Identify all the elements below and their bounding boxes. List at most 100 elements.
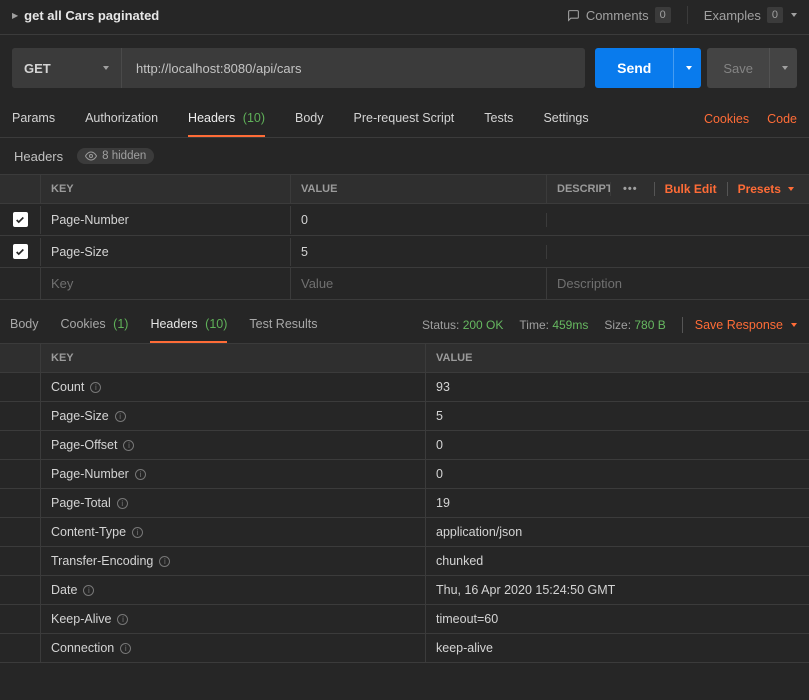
cookies-link[interactable]: Cookies <box>704 112 749 126</box>
request-row: GET Send Save <box>0 35 809 101</box>
tab-tests[interactable]: Tests <box>484 101 513 137</box>
resp-header-key: Transfer-Encodingi <box>40 547 425 575</box>
header-description[interactable] <box>546 245 809 259</box>
tab-headers-label: Headers <box>188 111 235 125</box>
description-placeholder[interactable]: Description <box>546 268 809 299</box>
col-description: DESCRIPTIO <box>546 175 610 203</box>
row-checkbox[interactable] <box>13 212 28 227</box>
tab-headers[interactable]: Headers (10) <box>188 101 265 137</box>
resp-header-value: chunked <box>425 547 809 575</box>
save-response-button[interactable]: Save Response <box>695 318 797 332</box>
tab-params[interactable]: Params <box>12 101 55 137</box>
resp-header-value: 0 <box>425 431 809 459</box>
send-button[interactable]: Send <box>595 48 673 88</box>
resp-header-value: 93 <box>425 373 809 401</box>
col-key: KEY <box>40 175 290 203</box>
resp-col-key: KEY <box>40 344 425 372</box>
table-row[interactable]: Page-Size 5 <box>0 236 809 268</box>
tab-prerequest[interactable]: Pre-request Script <box>354 101 455 137</box>
time-meta: Time: 459ms <box>519 318 588 332</box>
headers-sub-label: Headers <box>14 149 63 164</box>
url-input[interactable] <box>122 48 585 88</box>
resp-header-value: application/json <box>425 518 809 546</box>
expand-icon[interactable]: ▶ <box>12 11 18 20</box>
info-icon[interactable]: i <box>115 411 126 422</box>
chevron-down-icon <box>103 66 109 70</box>
info-icon[interactable]: i <box>159 556 170 567</box>
eye-icon <box>85 150 97 162</box>
resp-header-value: 19 <box>425 489 809 517</box>
tab-body[interactable]: Body <box>295 101 324 137</box>
resp-header-key: Keep-Alivei <box>40 605 425 633</box>
row-checkbox[interactable] <box>13 244 28 259</box>
comment-icon <box>567 9 580 22</box>
comments-count: 0 <box>655 7 671 23</box>
save-options-button[interactable] <box>769 48 797 88</box>
examples-button[interactable]: Examples 0 <box>704 7 797 23</box>
resp-table-row: Connectionikeep-alive <box>0 634 809 663</box>
title-bar: ▶ get all Cars paginated Comments 0 Exam… <box>0 0 809 35</box>
resp-header-value: 5 <box>425 402 809 430</box>
req-headers-head: KEY VALUE DESCRIPTIO ••• Bulk Edit Prese… <box>0 174 809 204</box>
tab-authorization[interactable]: Authorization <box>85 101 158 137</box>
headers-subheading: Headers 8 hidden <box>0 138 809 174</box>
resp-header-key: Page-Numberi <box>40 460 425 488</box>
value-placeholder[interactable]: Value <box>290 268 546 299</box>
resp-header-key: Content-Typei <box>40 518 425 546</box>
method-select[interactable]: GET <box>12 48 122 88</box>
chevron-down-icon <box>791 13 797 17</box>
resp-tab-testresults[interactable]: Test Results <box>249 307 317 343</box>
resp-table-row: Page-Numberi0 <box>0 460 809 489</box>
status-meta: Status: 200 OK <box>422 318 503 332</box>
resp-table-row: Page-Offseti0 <box>0 431 809 460</box>
new-row[interactable]: Key Value Description <box>0 268 809 300</box>
resp-tab-cookies[interactable]: Cookies (1) <box>61 307 129 343</box>
resp-table-row: Transfer-Encodingichunked <box>0 547 809 576</box>
info-icon[interactable]: i <box>117 498 128 509</box>
resp-header-key: Page-Offseti <box>40 431 425 459</box>
info-icon[interactable]: i <box>83 585 94 596</box>
resp-table-row: DateiThu, 16 Apr 2020 15:24:50 GMT <box>0 576 809 605</box>
info-icon[interactable]: i <box>120 643 131 654</box>
info-icon[interactable]: i <box>123 440 134 451</box>
presets-link[interactable]: Presets <box>738 182 794 196</box>
resp-header-value: 0 <box>425 460 809 488</box>
send-options-button[interactable] <box>673 48 701 88</box>
chevron-down-icon <box>782 66 788 70</box>
resp-tab-body[interactable]: Body <box>10 307 39 343</box>
save-button[interactable]: Save <box>707 48 769 88</box>
request-tabs: Params Authorization Headers (10) Body P… <box>0 101 809 138</box>
info-icon[interactable]: i <box>135 469 146 480</box>
info-icon[interactable]: i <box>90 382 101 393</box>
response-tabs: Body Cookies (1) Headers (10) Test Resul… <box>0 302 809 343</box>
resp-table-row: Keep-Aliveitimeout=60 <box>0 605 809 634</box>
resp-header-value: keep-alive <box>425 634 809 662</box>
table-row[interactable]: Page-Number 0 <box>0 204 809 236</box>
chevron-down-icon <box>788 187 794 191</box>
header-value[interactable]: 0 <box>290 206 546 234</box>
key-placeholder[interactable]: Key <box>40 268 290 299</box>
resp-header-value: timeout=60 <box>425 605 809 633</box>
header-description[interactable] <box>546 213 809 227</box>
tab-settings[interactable]: Settings <box>543 101 588 137</box>
info-icon[interactable]: i <box>132 527 143 538</box>
comments-button[interactable]: Comments 0 <box>567 7 671 23</box>
bulk-edit-link[interactable]: Bulk Edit <box>665 182 717 196</box>
resp-header-key: Page-Sizei <box>40 402 425 430</box>
header-key[interactable]: Page-Number <box>40 206 290 234</box>
resp-table-row: Counti93 <box>0 373 809 402</box>
tab-headers-count: (10) <box>243 111 265 125</box>
resp-headers-head: KEY VALUE <box>0 343 809 373</box>
chevron-down-icon <box>791 323 797 327</box>
col-value: VALUE <box>290 175 546 203</box>
code-link[interactable]: Code <box>767 112 797 126</box>
resp-tab-headers[interactable]: Headers (10) <box>150 307 227 343</box>
info-icon[interactable]: i <box>117 614 128 625</box>
header-key[interactable]: Page-Size <box>40 238 290 266</box>
header-value[interactable]: 5 <box>290 238 546 266</box>
more-options-icon[interactable]: ••• <box>623 183 638 195</box>
examples-count: 0 <box>767 7 783 23</box>
resp-header-key: Connectioni <box>40 634 425 662</box>
hidden-headers-toggle[interactable]: 8 hidden <box>77 148 154 164</box>
resp-col-value: VALUE <box>425 344 809 372</box>
